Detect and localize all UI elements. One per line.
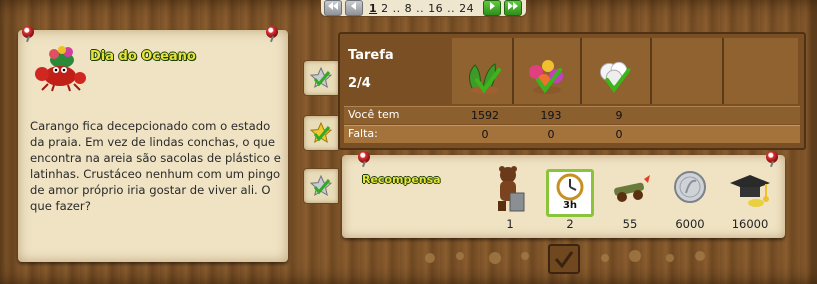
task-header: Tarefa 2/4 bbox=[346, 38, 452, 104]
current-page[interactable]: 1 bbox=[369, 2, 377, 15]
crab-icon bbox=[35, 46, 86, 92]
last-page-button[interactable] bbox=[504, 0, 523, 16]
quest-tab-2[interactable] bbox=[303, 115, 339, 151]
missing-label: Falta: bbox=[348, 127, 378, 140]
left-arrow-icon bbox=[351, 2, 356, 10]
pagination-bar: 1 2 .. 8 .. 16 .. 24 bbox=[320, 0, 527, 17]
first-page-button[interactable] bbox=[324, 0, 342, 16]
missing-value: 0 bbox=[481, 128, 489, 141]
reward-item-clock: 3h bbox=[540, 163, 600, 217]
have-row: Você tem 1592 193 9 bbox=[344, 106, 800, 124]
have-label: Você tem bbox=[348, 108, 400, 121]
pushpin-icon bbox=[766, 151, 778, 163]
task-panel: Tarefa 2/4 Você tem 1592 193 9 Falta: 0 … bbox=[338, 32, 806, 150]
task-item-cell bbox=[452, 38, 514, 104]
clock-badge: 3h bbox=[562, 200, 578, 211]
prev-page-button[interactable] bbox=[345, 0, 363, 16]
coral-checked-icon bbox=[529, 60, 563, 94]
task-progress: 2/4 bbox=[348, 76, 371, 91]
reward-panel: Recompensa 1 3h 2 55 6000 16000 bbox=[342, 151, 785, 238]
missing-value: 0 bbox=[615, 128, 623, 141]
white-pearl-checked-icon bbox=[599, 61, 631, 93]
pushpin-icon bbox=[22, 26, 34, 38]
task-item-cell bbox=[582, 38, 652, 104]
have-value: 9 bbox=[615, 109, 623, 122]
task-item-cell bbox=[514, 38, 582, 104]
have-value: 1592 bbox=[471, 109, 499, 122]
double-left-arrow-icon bbox=[328, 2, 338, 10]
pushpin-icon bbox=[266, 26, 278, 38]
graduation-cap-icon bbox=[730, 175, 770, 207]
star-silver-checked-icon bbox=[309, 66, 333, 89]
footer-decoration bbox=[400, 244, 730, 274]
task-empty-cell bbox=[652, 38, 724, 104]
missing-value: 0 bbox=[547, 128, 555, 141]
quest-description: Carango fica decepcionado com o estado d… bbox=[30, 119, 281, 213]
have-value: 193 bbox=[540, 109, 562, 122]
reward-label: Recompensa bbox=[362, 173, 441, 186]
reward-value: 16000 bbox=[731, 217, 769, 231]
reward-value: 55 bbox=[622, 217, 638, 231]
pushpin-icon bbox=[358, 151, 370, 163]
quest-title: Dia do Oceano bbox=[90, 49, 196, 64]
green-seaweed-checked-icon bbox=[469, 63, 501, 94]
page-numbers[interactable]: 1 2 .. 8 .. 16 .. 24 bbox=[369, 2, 474, 15]
quest-description-panel: Dia do Oceano Carango fica decepcionado … bbox=[18, 26, 288, 262]
task-label: Tarefa bbox=[348, 48, 394, 63]
right-arrow-icon bbox=[490, 2, 496, 10]
silver-coin-icon bbox=[674, 171, 706, 203]
reward-value: 2 bbox=[566, 217, 574, 231]
missing-row: Falta: 0 0 0 bbox=[344, 125, 800, 143]
bear-trash-figure-icon bbox=[498, 166, 525, 212]
cannon-icon bbox=[614, 175, 650, 202]
checkmark-icon bbox=[554, 251, 574, 269]
clock-3h-icon bbox=[556, 173, 584, 201]
star-gold-checked-icon bbox=[309, 121, 333, 144]
task-empty-cell bbox=[724, 38, 798, 104]
page-list[interactable]: 2 .. 8 .. 16 .. 24 bbox=[381, 2, 474, 15]
double-right-arrow-icon bbox=[508, 2, 519, 10]
clock-frame: 3h bbox=[546, 169, 594, 217]
reward-value: 6000 bbox=[675, 217, 705, 231]
complete-quest-button[interactable] bbox=[548, 244, 580, 274]
quest-tab-3[interactable] bbox=[303, 168, 339, 204]
reward-value: 1 bbox=[506, 217, 514, 231]
quest-tab-1[interactable] bbox=[303, 60, 339, 96]
next-page-button[interactable] bbox=[483, 0, 502, 16]
star-silver-checked-icon bbox=[309, 174, 333, 197]
